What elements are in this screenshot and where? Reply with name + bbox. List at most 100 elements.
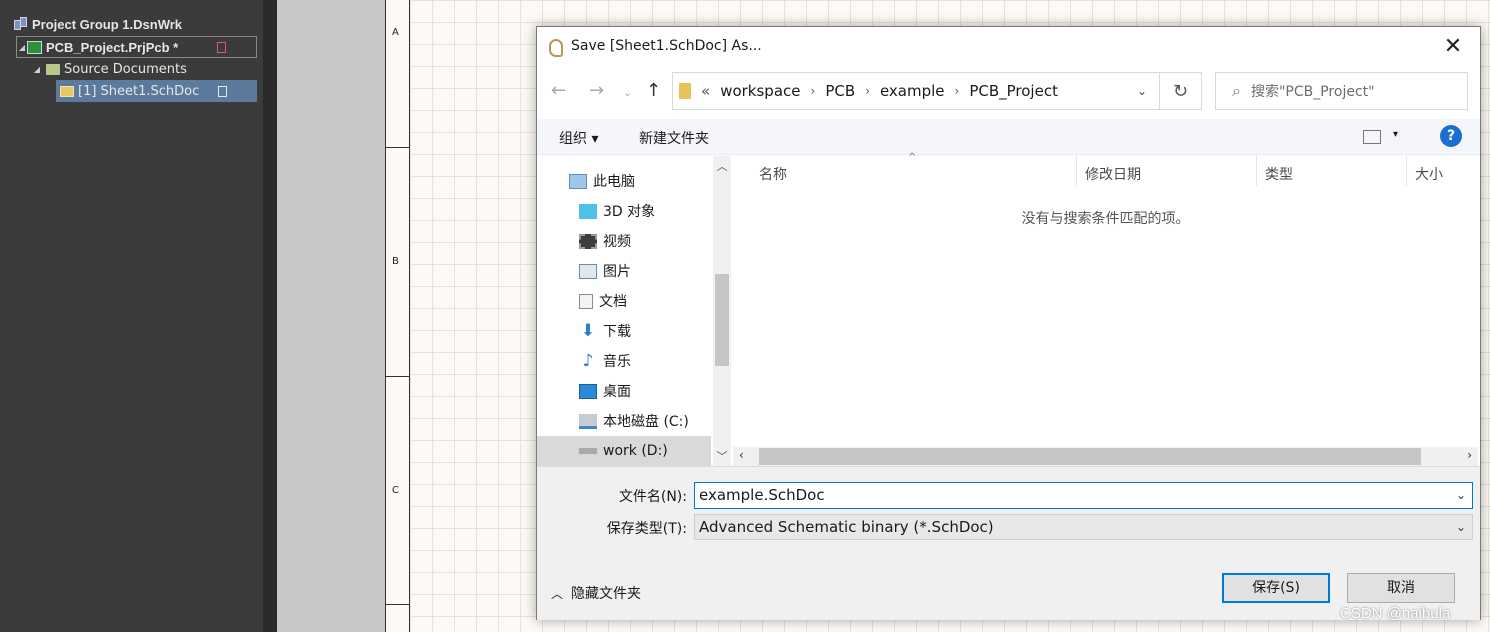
nav-item-label: 桌面: [603, 384, 631, 400]
file-list-horizontal-scrollbar[interactable]: ‹ ›: [733, 447, 1478, 466]
chevron-up-icon: ︿: [551, 586, 564, 601]
scroll-up-icon[interactable]: ︿: [713, 158, 731, 174]
scroll-down-icon[interactable]: ﹀: [713, 448, 731, 464]
drive-icon: [579, 448, 597, 454]
desktop-icon: [579, 383, 597, 399]
dialog-title: Save [Sheet1.SchDoc] As...: [571, 38, 762, 54]
save-dialog: Save [Sheet1.SchDoc] As... ✕ ← → ⌄ ↑ « w…: [536, 26, 1481, 620]
forward-arrow-icon[interactable]: →: [589, 80, 604, 101]
breadcrumb-pcb[interactable]: PCB: [825, 82, 855, 100]
tree-item-project-group[interactable]: Project Group 1.DsnWrk: [14, 13, 182, 35]
computer-icon: [569, 173, 587, 189]
filetype-value: Advanced Schematic binary (*.SchDoc): [699, 518, 994, 536]
nav-item-label: 本地磁盘 (C:): [603, 414, 689, 430]
document-icon: [579, 293, 593, 309]
watermark: CSDN @naibula: [1340, 605, 1451, 622]
recent-locations-chevron-icon[interactable]: ⌄: [623, 86, 632, 99]
nav-item-3d-objects[interactable]: 3D 对象: [537, 196, 711, 226]
document-icon: [218, 85, 227, 97]
chevron-right-icon[interactable]: ›: [865, 84, 870, 98]
column-divider[interactable]: [1076, 156, 1077, 186]
panel-splitter[interactable]: [263, 0, 277, 632]
tree-item-sheet1[interactable]: [1] Sheet1.SchDoc: [56, 80, 257, 102]
column-header-size[interactable]: 大小: [1415, 164, 1443, 184]
column-header-name[interactable]: 名称: [759, 164, 787, 184]
scroll-right-icon[interactable]: ›: [1467, 448, 1472, 462]
tree-item-pcb-project[interactable]: ◢ PCB_Project.PrjPcb *: [16, 36, 257, 58]
nav-item-label: 图片: [603, 264, 631, 280]
nav-item-drive-c[interactable]: 本地磁盘 (C:): [537, 406, 711, 436]
dialog-titlebar[interactable]: Save [Sheet1.SchDoc] As... ✕: [537, 27, 1480, 69]
nav-item-documents[interactable]: 文档: [537, 286, 711, 316]
nav-item-music[interactable]: ♪ 音乐: [537, 346, 711, 376]
scrollbar-thumb[interactable]: [759, 448, 1421, 465]
zone-divider: [385, 376, 410, 377]
column-header-date-modified[interactable]: 修改日期: [1085, 164, 1141, 184]
chevron-down-icon[interactable]: ▾: [1393, 129, 1398, 140]
drive-icon: [579, 413, 597, 429]
app-icon: [549, 39, 563, 57]
filename-label: 文件名(N):: [618, 489, 687, 505]
new-folder-button[interactable]: 新建文件夹: [639, 128, 709, 148]
zone-divider: [385, 604, 410, 605]
zone-label: B: [392, 256, 399, 267]
nav-pane-scrollbar[interactable]: ︿ ﹀: [713, 156, 731, 466]
sort-ascending-icon: ^: [908, 152, 917, 163]
breadcrumb-workspace[interactable]: workspace: [720, 82, 800, 100]
close-icon[interactable]: ✕: [1440, 35, 1466, 61]
breadcrumb-overflow[interactable]: «: [701, 82, 710, 100]
chevron-down-icon[interactable]: ⌄: [1456, 483, 1466, 508]
scrollbar-thumb[interactable]: [715, 274, 729, 366]
nav-item-drive-d[interactable]: work (D:): [537, 436, 711, 466]
tree-item-source-documents[interactable]: ◢ Source Documents: [32, 58, 187, 80]
help-icon[interactable]: ?: [1440, 125, 1462, 147]
view-options-icon[interactable]: [1363, 130, 1381, 144]
refresh-button[interactable]: ↻: [1160, 72, 1202, 110]
refresh-icon: ↻: [1172, 81, 1189, 102]
column-divider[interactable]: [1256, 156, 1257, 186]
nav-item-label: 3D 对象: [603, 204, 656, 220]
back-arrow-icon[interactable]: ←: [551, 80, 566, 101]
nav-item-label: 音乐: [603, 354, 631, 370]
column-header-type[interactable]: 类型: [1265, 164, 1293, 184]
nav-item-pictures[interactable]: 图片: [537, 256, 711, 286]
hide-folders-toggle[interactable]: ︿ 隐藏文件夹: [551, 583, 641, 603]
nav-item-this-pc[interactable]: 此电脑: [537, 166, 711, 196]
nav-item-downloads[interactable]: ⬇ 下载: [537, 316, 711, 346]
nav-item-label: work (D:): [603, 443, 668, 459]
filetype-select[interactable]: Advanced Schematic binary (*.SchDoc) ⌄: [694, 514, 1473, 540]
save-button[interactable]: 保存(S): [1222, 573, 1330, 603]
hide-folders-label: 隐藏文件夹: [571, 586, 642, 602]
chevron-down-icon[interactable]: ⌄: [1456, 515, 1466, 539]
organize-button[interactable]: 组织 ▾: [559, 128, 598, 148]
modified-document-icon: [217, 41, 226, 53]
navigation-bar: ← → ⌄ ↑ « workspace › PCB › example › PC…: [537, 72, 1480, 110]
chevron-down-icon[interactable]: ⌄: [1137, 84, 1147, 98]
column-divider[interactable]: [1406, 156, 1407, 186]
cancel-button[interactable]: 取消: [1347, 573, 1455, 603]
empty-search-message: 没有与搜索条件匹配的项。: [1021, 211, 1190, 227]
project-group-icon: [14, 17, 28, 31]
address-bar[interactable]: « workspace › PCB › example › PCB_Projec…: [672, 72, 1160, 110]
filename-value: example.SchDoc: [699, 486, 825, 504]
chevron-right-icon[interactable]: ›: [811, 84, 816, 98]
file-list-pane: ^ 名称 修改日期 类型 大小 没有与搜索条件匹配的项。: [733, 152, 1478, 466]
sheet-border: [385, 0, 410, 632]
folder-icon: [46, 63, 60, 75]
nav-item-label: 下载: [603, 324, 631, 340]
chevron-right-icon[interactable]: ›: [955, 84, 960, 98]
dialog-footer: 文件名(N): example.SchDoc ⌄ 保存类型(T): Advanc…: [537, 466, 1480, 620]
scroll-left-icon[interactable]: ‹: [739, 448, 744, 462]
cube-icon: [579, 203, 597, 219]
up-arrow-icon[interactable]: ↑: [646, 80, 661, 101]
nav-item-label: 文档: [599, 294, 627, 310]
nav-item-videos[interactable]: 视频: [537, 226, 711, 256]
breadcrumb-pcb-project[interactable]: PCB_Project: [969, 82, 1058, 100]
nav-item-desktop[interactable]: 桌面: [537, 376, 711, 406]
search-box[interactable]: ⌕ 搜索"PCB_Project": [1215, 72, 1468, 110]
picture-icon: [579, 263, 597, 279]
breadcrumb-example[interactable]: example: [880, 82, 945, 100]
filename-input[interactable]: example.SchDoc ⌄: [694, 482, 1473, 509]
expand-arrow-icon[interactable]: ◢: [32, 65, 42, 74]
expand-arrow-icon[interactable]: ◢: [17, 43, 27, 52]
